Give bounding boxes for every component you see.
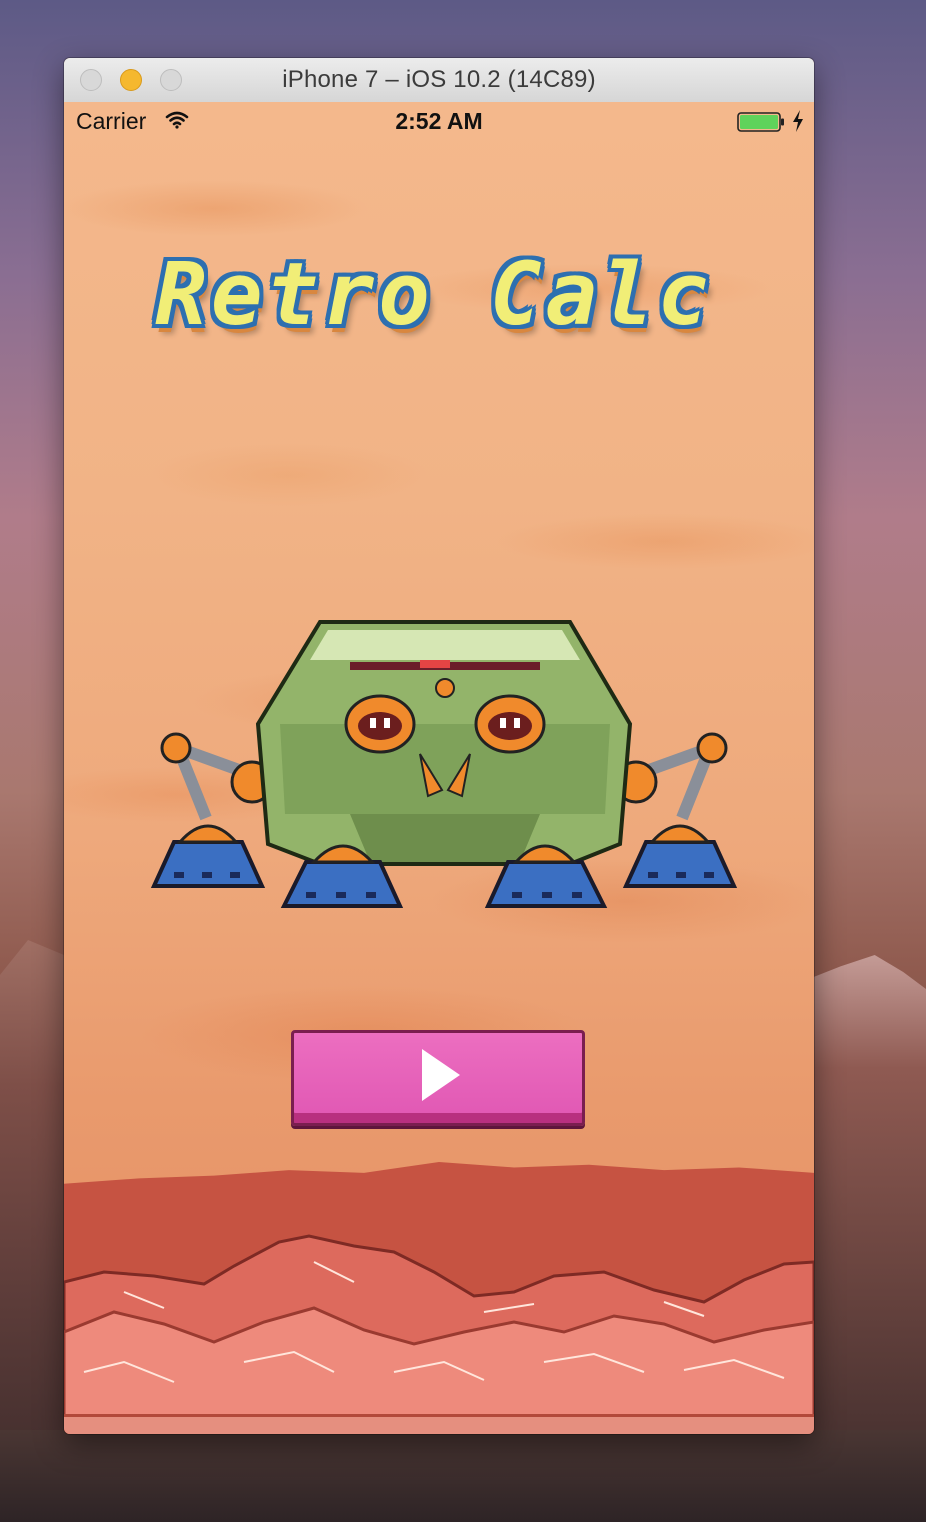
phone-screen: Carrier 2:52 AM Retro Calc	[64, 102, 814, 1434]
simulator-window: iPhone 7 – iOS 10.2 (14C89) Carrier 2:52…	[64, 58, 814, 1434]
robot-illustration	[150, 620, 738, 908]
window-title: iPhone 7 – iOS 10.2 (14C89)	[282, 66, 596, 93]
app-title-logo: Retro Calc	[155, 245, 713, 345]
charging-bolt-icon	[793, 110, 803, 132]
window-titlebar[interactable]: iPhone 7 – iOS 10.2 (14C89)	[64, 58, 814, 103]
battery-icon	[737, 112, 784, 132]
rock-formations	[64, 1234, 814, 1434]
play-icon	[422, 1049, 460, 1101]
status-bar: Carrier 2:52 AM	[64, 102, 814, 142]
ground-strip	[64, 1414, 814, 1434]
desktop-foreground	[0, 1430, 926, 1522]
play-button[interactable]	[291, 1030, 585, 1126]
status-time: 2:52 AM	[395, 108, 483, 134]
